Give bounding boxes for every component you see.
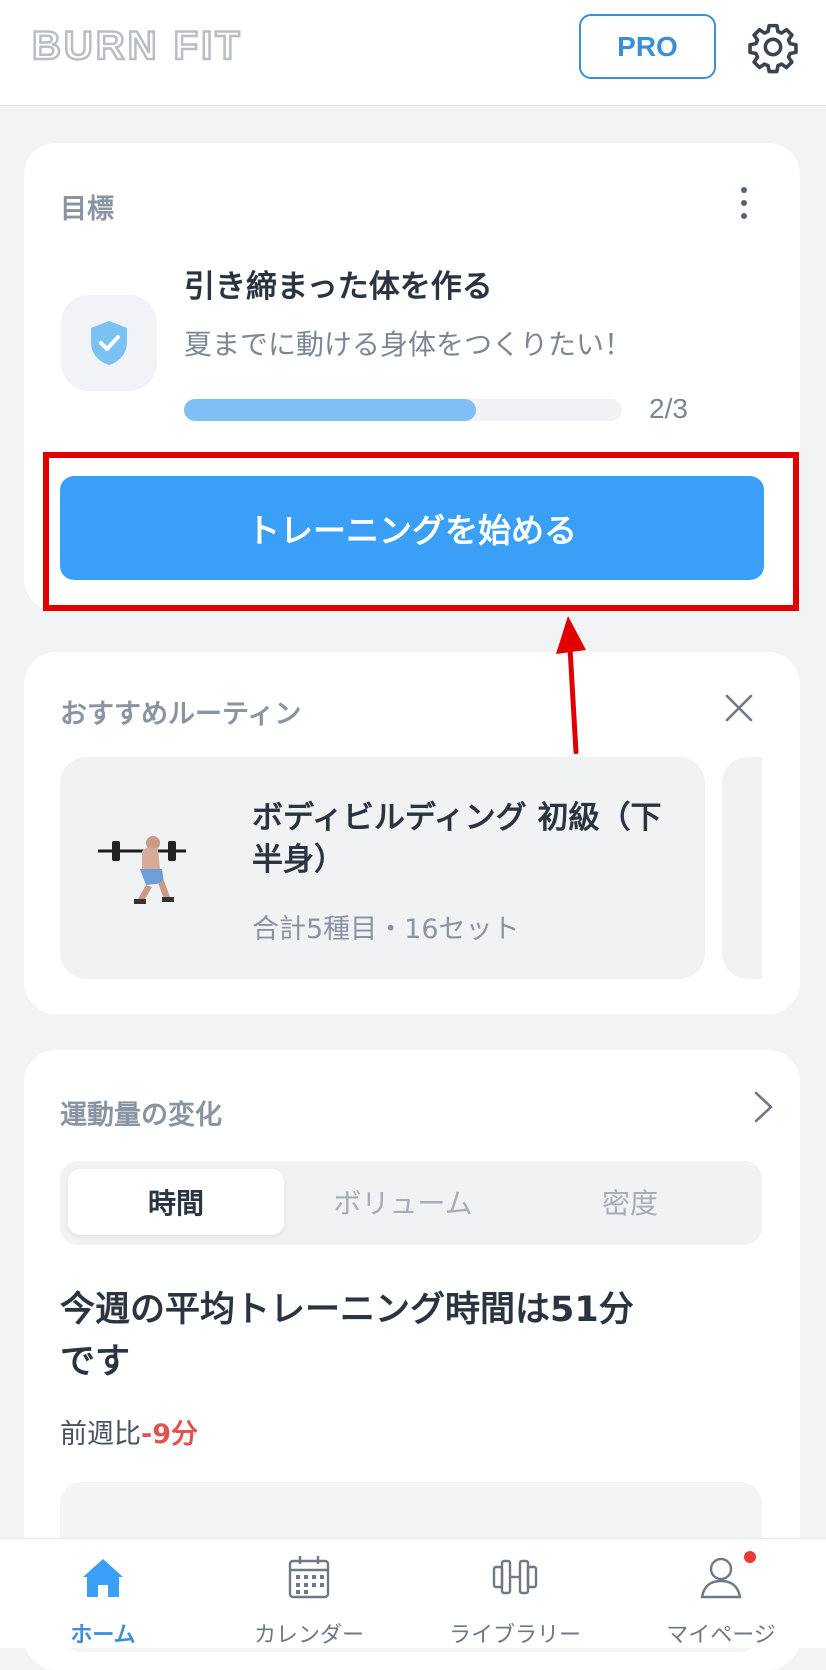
bottom-tab-bar: ホーム カレンダー ライブラリー マイページ — [0, 1538, 826, 1648]
tab-volume[interactable]: ボリューム — [295, 1169, 511, 1235]
tab-calendar-label: カレンダー — [253, 1623, 364, 1648]
tab-time[interactable]: 時間 — [68, 1169, 284, 1235]
goal-progress-bar — [184, 399, 622, 421]
tab-home-label: ホーム — [70, 1623, 136, 1648]
start-training-button[interactable]: トレーニングを始める — [60, 476, 764, 580]
metric-segmented-control: 時間 ボリューム 密度 — [60, 1161, 762, 1245]
goal-title: 引き締まった体を作る — [184, 269, 493, 305]
goal-icon-tile — [61, 295, 157, 391]
tab-library-label: ライブラリー — [448, 1623, 581, 1648]
notification-badge — [744, 1551, 756, 1563]
goal-subtitle: 夏までに動ける身体をつくりたい！ — [184, 328, 633, 361]
compare-prefix: 前週比 — [60, 1419, 141, 1450]
calendar-icon — [288, 1556, 330, 1599]
dumbbell-icon — [492, 1559, 538, 1595]
close-icon[interactable] — [724, 693, 754, 723]
routine-title: ボディビルディング 初級（下半身） — [252, 800, 662, 878]
red-arrow-annotation — [556, 616, 586, 754]
tab-library[interactable]: ライブラリー — [412, 1539, 618, 1649]
tab-mypage[interactable]: マイページ — [618, 1539, 824, 1649]
tab-calendar[interactable]: カレンダー — [206, 1539, 412, 1649]
routine-tile[interactable]: ボディビルディング 初級（下半身） 合計5種目・16セット — [60, 757, 705, 979]
squat-figure-icon — [98, 836, 186, 904]
home-icon — [83, 1559, 123, 1597]
tab-mypage-label: マイページ — [666, 1623, 776, 1648]
routine-card: おすすめルーティン ボディビルディング 初級（下半身） 合計5種目・16セット — [24, 652, 800, 1014]
gear-icon[interactable] — [746, 20, 800, 74]
volume-headline: 今週の平均トレーニング時間は51分です — [60, 1290, 634, 1382]
routine-tile-next[interactable] — [722, 757, 762, 979]
tab-density[interactable]: 密度 — [522, 1169, 738, 1235]
chevron-right-icon[interactable] — [752, 1090, 776, 1124]
app-logo: BURN FIT — [31, 23, 243, 70]
pro-button[interactable]: PRO — [579, 14, 716, 79]
more-options-icon[interactable] — [734, 187, 754, 227]
goal-progress-fill — [184, 399, 477, 421]
goal-progress-text: 2/3 — [649, 393, 688, 424]
tab-home[interactable]: ホーム — [0, 1539, 206, 1649]
routine-section-title: おすすめルーティン — [60, 699, 302, 730]
volume-compare: 前週比-9分 — [60, 1412, 198, 1451]
user-icon — [700, 1557, 742, 1599]
goal-section-title: 目標 — [60, 194, 114, 225]
volume-section-title: 運動量の変化 — [60, 1100, 222, 1131]
routine-meta: 合計5種目・16セット — [252, 914, 520, 945]
app-header: BURN FIT PRO — [0, 0, 826, 106]
compare-value: -9分 — [141, 1419, 198, 1450]
shield-check-icon — [91, 321, 127, 365]
